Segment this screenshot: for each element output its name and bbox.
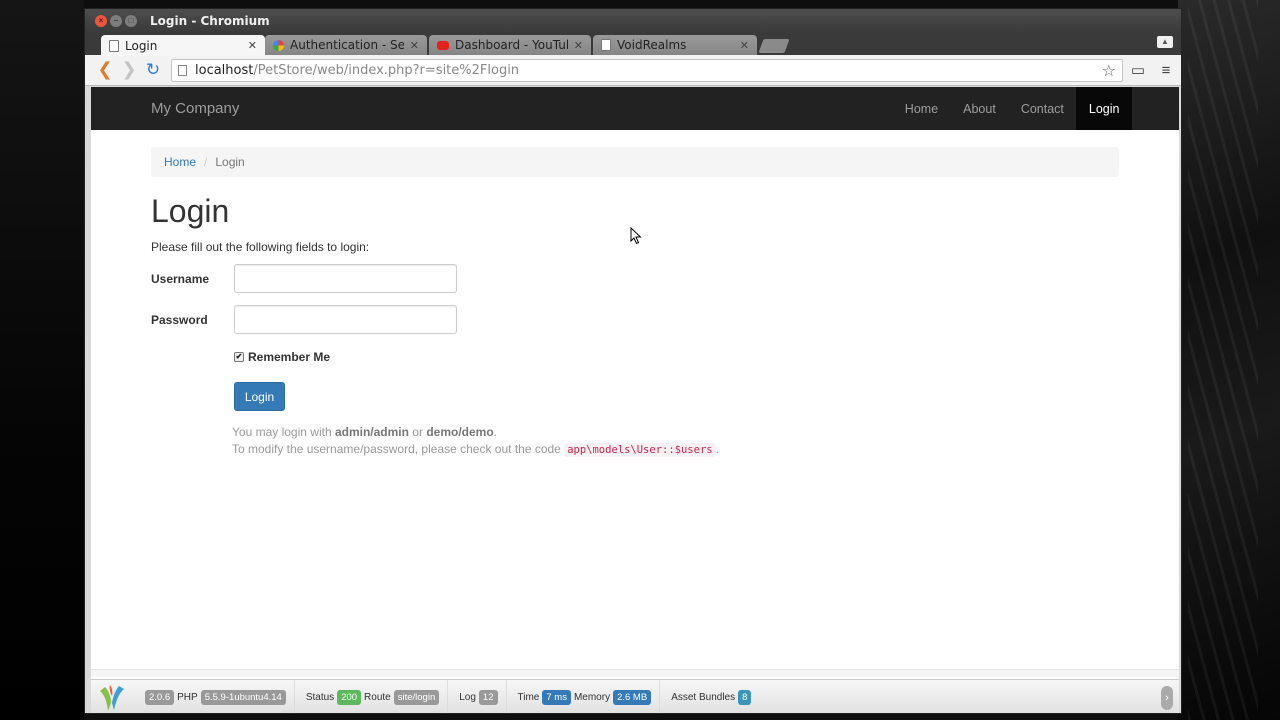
hint-credential-demo: demo/demo — [426, 425, 494, 439]
breadcrumb-separator: / — [204, 155, 208, 169]
nav-item-home[interactable]: Home — [892, 87, 950, 130]
browser-toolbar: ❮ ❯ ↻ localhost/PetStore/web/index.php?r… — [85, 55, 1181, 86]
debug-toggle-chevron-icon[interactable]: › — [1161, 685, 1173, 710]
address-bar[interactable]: localhost/PetStore/web/index.php?r=site%… — [171, 58, 1123, 82]
bookmark-star-icon[interactable]: ☆ — [1102, 61, 1116, 80]
tab-strip: Login ✕ Authentication - Sec ✕ Dashboard… — [85, 33, 1181, 56]
php-label: PHP — [177, 692, 198, 703]
php-version-badge: 5.5.9-1ubuntu4.14 — [200, 690, 286, 705]
username-label: Username — [151, 271, 210, 286]
hint-text: . — [493, 425, 497, 439]
password-input[interactable] — [234, 305, 457, 334]
debug-profiling-block[interactable]: Time 7 ms Memory 2.6 MB — [507, 679, 661, 713]
debug-log-block[interactable]: Log 12 — [448, 679, 507, 713]
yii-version-badge: 2.0.6 — [145, 690, 175, 705]
breadcrumb-current: Login — [215, 155, 245, 169]
status-label: Status — [305, 692, 335, 703]
hint-code: app\models\User::$users — [564, 443, 716, 457]
browser-window: × – □ Login - Chromium Login ✕ Authentic… — [84, 8, 1182, 714]
page-icon — [601, 39, 611, 51]
tab-label: VoidRealms — [617, 38, 687, 52]
remember-me-row: ✔ Remember Me — [234, 350, 1119, 364]
login-hint: You may login with admin/admin or demo/d… — [232, 424, 1119, 459]
hint-text: or — [408, 425, 427, 439]
desktop-background-right — [1178, 0, 1280, 720]
tab-authentication[interactable]: Authentication - Sec ✕ — [265, 35, 427, 55]
back-arrow-icon[interactable]: ❮ — [93, 61, 117, 79]
window-minimize-icon[interactable]: – — [110, 15, 122, 27]
page-icon — [109, 39, 119, 52]
remember-me-checkbox[interactable]: ✔ — [234, 352, 244, 362]
tab-close-icon[interactable]: ✕ — [410, 39, 419, 52]
tab-label: Login — [125, 38, 158, 53]
yii-debug-toolbar: 2.0.6 PHP 5.5.9-1ubuntu4.14 Status 200 R… — [91, 679, 1179, 714]
yii-logo-icon[interactable] — [97, 683, 127, 713]
nav-item-login[interactable]: Login — [1076, 87, 1132, 130]
hint-text: You may login with — [232, 425, 335, 439]
username-row: Username — [151, 264, 1119, 293]
tab-youtube-dashboard[interactable]: Dashboard - YouTub ✕ — [429, 35, 591, 55]
hint-text: . — [715, 442, 719, 456]
remember-me-label[interactable]: Remember Me — [248, 350, 330, 364]
route-badge: site/login — [393, 690, 440, 705]
page-title: Login — [151, 193, 230, 229]
reload-icon[interactable]: ↻ — [141, 61, 165, 79]
new-tab-button[interactable] — [758, 39, 790, 53]
hint-credential-admin: admin/admin — [334, 425, 409, 439]
breadcrumb-home-link[interactable]: Home — [164, 155, 196, 169]
site-navbar: My Company Home About Contact Login — [91, 87, 1179, 130]
hint-text: To modify the username/password, please … — [232, 442, 565, 456]
memory-badge: 2.6 MB — [613, 690, 652, 705]
window-title: Login - Chromium — [150, 14, 270, 28]
password-label: Password — [151, 312, 208, 327]
main-container: Home / Login Login Please fill out the f… — [91, 147, 1179, 459]
gmail-icon — [273, 39, 284, 51]
asset-bundles-badge: 8 — [738, 690, 752, 705]
route-label: Route — [364, 692, 391, 703]
nav-item-contact[interactable]: Contact — [1008, 87, 1076, 130]
nav-menu: Home About Contact Login — [892, 87, 1132, 130]
login-button[interactable]: Login — [234, 382, 285, 411]
tab-login[interactable]: Login ✕ — [101, 35, 265, 56]
log-badge: 12 — [478, 690, 498, 705]
tab-label: Dashboard - YouTub — [455, 38, 568, 52]
brand-link[interactable]: My Company — [151, 100, 239, 117]
status-badge: 200 — [337, 690, 362, 705]
page-icon — [178, 64, 187, 76]
address-path: /PetStore/web/index.php?r=site%2Flogin — [253, 62, 520, 78]
asset-bundles-label: Asset Bundles — [671, 692, 736, 703]
debug-version-block[interactable]: 2.0.6 PHP 5.5.9-1ubuntu4.14 — [137, 679, 295, 713]
memory-label: Memory — [573, 692, 611, 703]
tab-voidrealms[interactable]: VoidRealms ✕ — [593, 35, 757, 55]
breadcrumb: Home / Login — [151, 147, 1119, 177]
debug-assets-block[interactable]: Asset Bundles 8 — [660, 680, 759, 714]
page-footer — [91, 669, 1179, 677]
debug-request-block[interactable]: Status 200 Route site/login — [295, 679, 449, 713]
nav-item-about[interactable]: About — [951, 87, 1009, 130]
tab-label: Authentication - Sec — [290, 38, 404, 52]
window-maximize-icon[interactable]: □ — [125, 15, 137, 27]
tab-close-icon[interactable]: ✕ — [248, 39, 257, 52]
time-badge: 7 ms — [542, 690, 571, 705]
tab-close-icon[interactable]: ✕ — [740, 39, 749, 52]
hint-line-credentials: You may login with admin/admin or demo/d… — [232, 424, 1119, 441]
address-host: localhost — [195, 62, 254, 78]
username-input[interactable] — [234, 264, 457, 293]
window-titlebar: × – □ Login - Chromium — [85, 9, 1181, 33]
profile-icon[interactable]: ▲ — [1157, 36, 1173, 48]
web-page: My Company Home About Contact Login Home… — [91, 87, 1179, 714]
forward-arrow-icon[interactable]: ❯ — [117, 61, 141, 79]
time-label: Time — [517, 692, 540, 703]
cast-icon[interactable]: ▭ — [1125, 61, 1151, 79]
log-label: Log — [459, 692, 476, 703]
tab-close-icon[interactable]: ✕ — [574, 39, 583, 52]
desktop-background-left — [0, 0, 84, 720]
youtube-icon — [437, 40, 449, 50]
password-row: Password — [151, 305, 1119, 334]
menu-icon[interactable]: ≡ — [1153, 62, 1179, 79]
hint-line-code: To modify the username/password, please … — [232, 441, 1119, 459]
window-close-icon[interactable]: × — [95, 15, 107, 27]
